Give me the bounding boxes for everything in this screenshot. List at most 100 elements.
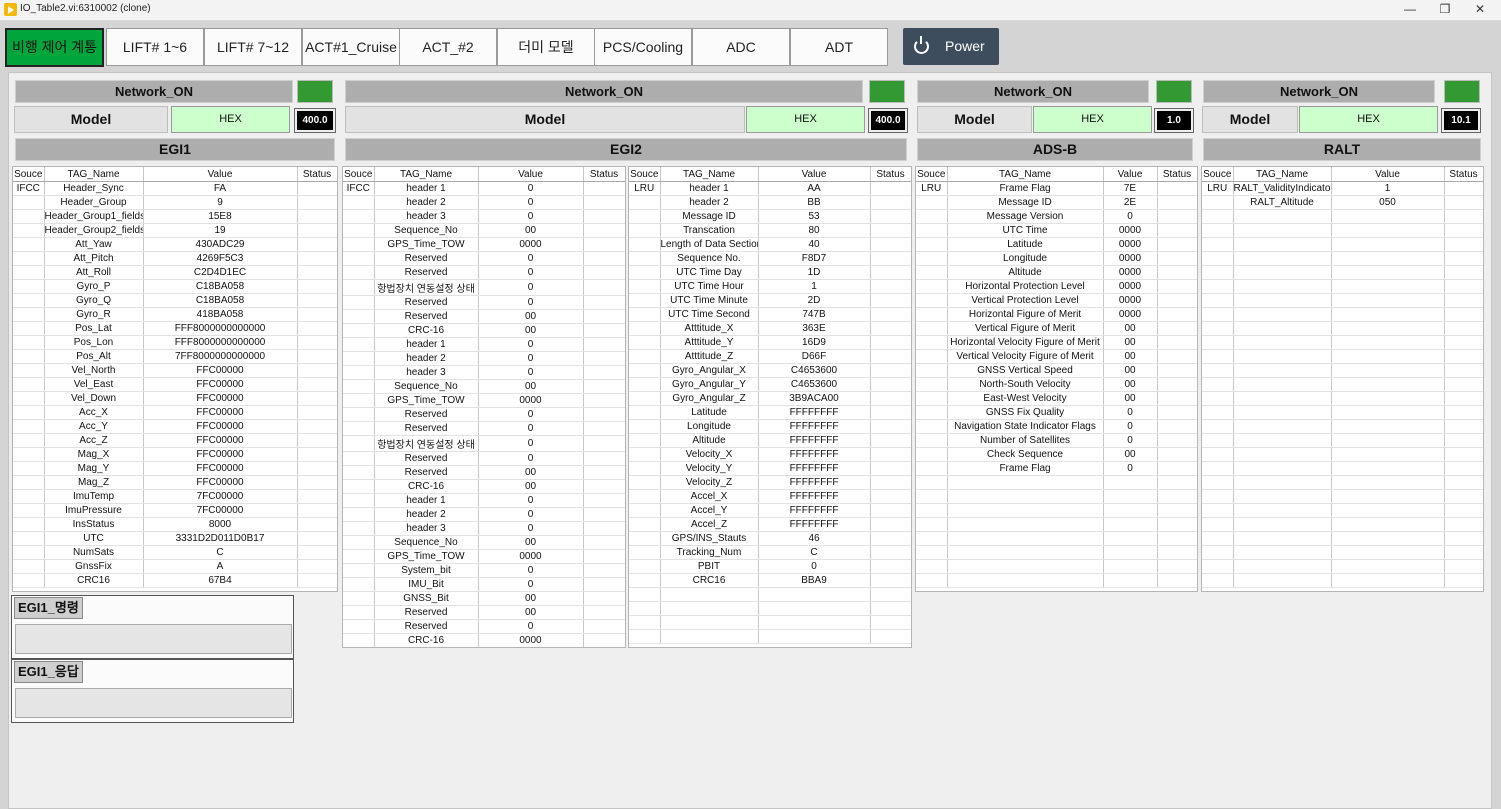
tab-adt[interactable]: ADT bbox=[790, 28, 888, 66]
table-row[interactable]: Latitude 0000 bbox=[916, 237, 1197, 252]
table-row[interactable] bbox=[916, 475, 1197, 490]
tab-lift-7-12[interactable]: LIFT# 7~12 bbox=[204, 28, 302, 66]
table-row[interactable]: Acc_Z FFC00000 bbox=[13, 433, 337, 448]
table-row[interactable]: Frame Flag 0 bbox=[916, 461, 1197, 476]
table-row[interactable] bbox=[1202, 419, 1483, 434]
table-row[interactable] bbox=[1202, 321, 1483, 336]
table-row[interactable] bbox=[1202, 293, 1483, 308]
table-row[interactable]: Header_Group1_fields 15E8 bbox=[13, 209, 337, 224]
table-row[interactable] bbox=[1202, 559, 1483, 574]
format-hex-toggle[interactable]: HEX bbox=[171, 106, 290, 133]
table-row[interactable]: header 30 bbox=[343, 365, 625, 380]
table-row[interactable] bbox=[916, 503, 1197, 518]
table-row[interactable]: Vel_North FFC00000 bbox=[13, 363, 337, 378]
table-row[interactable] bbox=[1202, 237, 1483, 252]
table-row[interactable]: Pos_Alt 7FF8000000000000 bbox=[13, 349, 337, 364]
format-hex-toggle[interactable]: HEX bbox=[1299, 106, 1438, 133]
table-row[interactable]: 항법장치 연동설정 상태 0 bbox=[343, 435, 625, 452]
table-row[interactable]: Velocity_X FFFFFFFF bbox=[629, 447, 911, 462]
table-row[interactable] bbox=[1202, 405, 1483, 420]
table-row[interactable]: Gyro_Angular_X C4653600 bbox=[629, 363, 911, 378]
tab-act1-cruise[interactable]: ACT#1_Cruise bbox=[302, 28, 400, 66]
table-row[interactable]: Att_Yaw 430ADC29 bbox=[13, 237, 337, 252]
table-row[interactable]: IFCC Header_Sync FA bbox=[13, 181, 337, 196]
table-row[interactable]: InsStatus 8000 bbox=[13, 517, 337, 532]
table-row[interactable]: Tracking_Num C bbox=[629, 545, 911, 560]
table-row[interactable]: IMU_Bit 0 bbox=[343, 577, 625, 592]
table-row[interactable]: Reserved 0 bbox=[343, 265, 625, 280]
table-row[interactable] bbox=[629, 587, 911, 602]
table-row[interactable]: Horizontal Velocity Figure of Merit 00 bbox=[916, 335, 1197, 350]
table-row[interactable] bbox=[1202, 461, 1483, 476]
table-row[interactable]: PBIT 0 bbox=[629, 559, 911, 574]
data-table[interactable]: Souce TAG_Name Value Status IFCC Header_S… bbox=[12, 166, 338, 592]
table-row[interactable]: Vertical Figure of Merit 00 bbox=[916, 321, 1197, 336]
table-row[interactable]: Number of Satellites 0 bbox=[916, 433, 1197, 448]
rate-display[interactable]: 400.0 bbox=[868, 108, 908, 133]
table-row[interactable] bbox=[1202, 531, 1483, 546]
table-row[interactable]: Att_Pitch 4269F5C3 bbox=[13, 251, 337, 266]
table-row[interactable]: RALT_Altitude 050 bbox=[1202, 195, 1483, 210]
table-row[interactable] bbox=[1202, 279, 1483, 294]
table-row[interactable]: Message ID 2E bbox=[916, 195, 1197, 210]
table-row[interactable]: Reserved 0 bbox=[343, 251, 625, 266]
power-button[interactable]: Power bbox=[903, 28, 999, 65]
table-row[interactable]: Sequence_No 00 bbox=[343, 535, 625, 550]
data-table[interactable]: Souce TAG_Name Value Status LRU RALT_Vali… bbox=[1201, 166, 1484, 592]
table-row[interactable]: Accel_X FFFFFFFF bbox=[629, 489, 911, 504]
table-row[interactable] bbox=[629, 615, 911, 630]
table-row[interactable] bbox=[916, 489, 1197, 504]
table-row[interactable]: Velocity_Z FFFFFFFF bbox=[629, 475, 911, 490]
table-row[interactable]: Message ID 53 bbox=[629, 209, 911, 224]
table-row[interactable] bbox=[1202, 545, 1483, 560]
table-row[interactable]: LRU RALT_ValidityIndicator 1 bbox=[1202, 181, 1483, 196]
rate-display[interactable]: 1.0 bbox=[1154, 108, 1194, 133]
table-row[interactable]: header 2 BB bbox=[629, 195, 911, 210]
table-row[interactable] bbox=[1202, 251, 1483, 266]
table-row[interactable] bbox=[1202, 517, 1483, 532]
table-row[interactable]: ImuPressure 7FC00000 bbox=[13, 503, 337, 518]
table-row[interactable]: Accel_Z FFFFFFFF bbox=[629, 517, 911, 532]
table-row[interactable] bbox=[916, 559, 1197, 574]
table-row[interactable]: Atttitude_X 363E bbox=[629, 321, 911, 336]
table-row[interactable]: Horizontal Protection Level 0000 bbox=[916, 279, 1197, 294]
table-row[interactable]: header 20 bbox=[343, 507, 625, 522]
table-row[interactable]: GNSS_Bit 00 bbox=[343, 591, 625, 606]
table-row[interactable]: Sequence_No 00 bbox=[343, 379, 625, 394]
table-row[interactable]: Vertical Protection Level 0000 bbox=[916, 293, 1197, 308]
table-row[interactable]: Acc_Y FFC00000 bbox=[13, 419, 337, 434]
table-row[interactable]: header 30 bbox=[343, 209, 625, 224]
table-row[interactable]: Vel_East FFC00000 bbox=[13, 377, 337, 392]
table-row[interactable] bbox=[629, 601, 911, 616]
table-row[interactable] bbox=[1202, 335, 1483, 350]
table-row[interactable]: System_bit 0 bbox=[343, 563, 625, 578]
table-row[interactable]: Acc_X FFC00000 bbox=[13, 405, 337, 420]
table-row[interactable] bbox=[1202, 223, 1483, 238]
data-table[interactable]: Souce TAG_Name Value Status LRU Frame Fla… bbox=[915, 166, 1198, 592]
table-row[interactable]: North-South Velocity 00 bbox=[916, 377, 1197, 392]
table-row[interactable]: Velocity_Y FFFFFFFF bbox=[629, 461, 911, 476]
table-row[interactable]: Header_Group2_fields 19 bbox=[13, 223, 337, 238]
format-hex-toggle[interactable]: HEX bbox=[1033, 106, 1152, 133]
close-button[interactable]: ✕ bbox=[1463, 0, 1497, 20]
table-row[interactable]: Transcation 80 bbox=[629, 223, 911, 238]
table-row[interactable]: CRC-16 0000 bbox=[343, 633, 625, 647]
table-row[interactable]: Gyro_Q C18BA058 bbox=[13, 293, 337, 308]
table-row[interactable]: Sequence No. F8D7 bbox=[629, 251, 911, 266]
table-row[interactable]: GPS_Time_TOW 0000 bbox=[343, 549, 625, 564]
table-row[interactable]: Sequence_No 00 bbox=[343, 223, 625, 238]
table-row[interactable]: header 20 bbox=[343, 351, 625, 366]
table-row[interactable] bbox=[1202, 503, 1483, 518]
table-row[interactable]: Atttitude_Z D66F bbox=[629, 349, 911, 364]
table-row[interactable]: Gyro_P C18BA058 bbox=[13, 279, 337, 294]
table-row[interactable]: Reserved 00 bbox=[343, 465, 625, 480]
table-row[interactable]: CRC-16 00 bbox=[343, 479, 625, 494]
table-row[interactable]: header 20 bbox=[343, 195, 625, 210]
command-field[interactable] bbox=[15, 624, 292, 654]
table-row[interactable]: LRU Frame Flag 7E bbox=[916, 181, 1197, 196]
data-table[interactable]: Souce TAG_Name Value Status LRU header 1A… bbox=[628, 166, 912, 648]
table-row[interactable] bbox=[916, 573, 1197, 588]
tab-pcs-cooling[interactable]: PCS/Cooling bbox=[594, 28, 692, 66]
table-row[interactable]: Navigation State Indicator Flags 0 bbox=[916, 419, 1197, 434]
table-row[interactable]: GNSS Fix Quality 0 bbox=[916, 405, 1197, 420]
